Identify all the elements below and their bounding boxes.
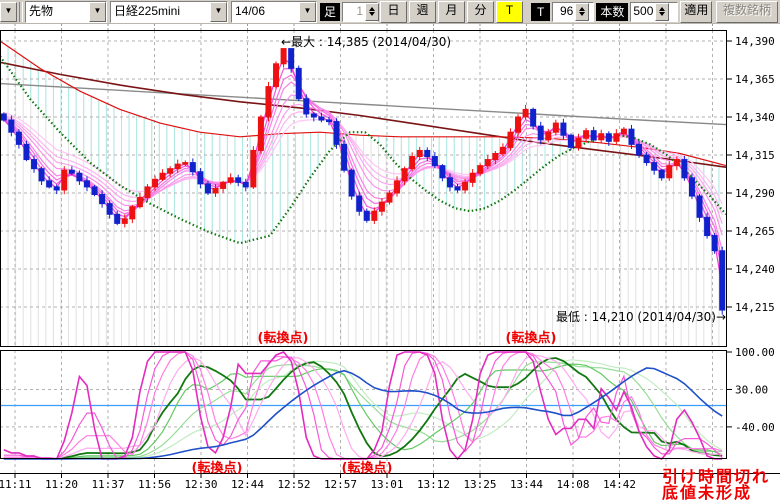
time-axis-label: 12:52 bbox=[277, 478, 310, 491]
time-axis-label: 11:11 bbox=[0, 478, 32, 491]
time-axis-label: 11:56 bbox=[138, 478, 171, 491]
timeframe-tick-button[interactable]: T bbox=[496, 1, 523, 23]
bar-type-label: 足 bbox=[320, 3, 340, 21]
price-axis-label: 14,315 bbox=[735, 149, 775, 162]
tick-count-stepper[interactable]: 96 bbox=[552, 2, 594, 22]
chevron-down-icon[interactable]: ▼ bbox=[89, 2, 106, 22]
time-axis-label: 13:12 bbox=[417, 478, 450, 491]
price-axis-label: 14,240 bbox=[735, 263, 775, 276]
turning-point-annotation: (転換点) bbox=[506, 330, 557, 346]
time-axis-label: 12:30 bbox=[184, 478, 217, 491]
chart-canvas[interactable]: 14,390 14,365 14,340 14,315 14,290 14,265 14,2… bbox=[0, 0, 780, 500]
timeframe-week-button[interactable]: 週 bbox=[409, 1, 436, 23]
turning-point-annotation: (転換点) bbox=[192, 460, 243, 476]
turning-point-annotation: (転換点) bbox=[258, 330, 309, 346]
time-axis-label: 12:44 bbox=[231, 478, 264, 491]
partial-combo-arrow-icon[interactable]: ▼ bbox=[0, 2, 17, 22]
symbol-value: 日経225mini bbox=[111, 2, 210, 22]
toolbar-separator bbox=[19, 2, 23, 22]
chevron-down-icon[interactable]: ▼ bbox=[299, 2, 316, 22]
time-axis-label: 11:37 bbox=[91, 478, 124, 491]
time-axis-label: 14:42 bbox=[603, 478, 636, 491]
timeframe-month-button[interactable]: 月 bbox=[438, 1, 465, 23]
max-price-annotation: ←最大 : 14,385 (2014/04/30) bbox=[281, 35, 451, 49]
category-combobox[interactable]: 先物 ▼ bbox=[25, 1, 107, 23]
spinner-icon[interactable] bbox=[655, 3, 669, 21]
turning-point-annotation: (転換点) bbox=[342, 460, 393, 476]
trading-app-window: { "toolbar": { "partial_combo_arrow": "▼… bbox=[0, 0, 780, 500]
time-axis-label: 13:25 bbox=[463, 478, 496, 491]
symbol-combobox[interactable]: 日経225mini ▼ bbox=[110, 1, 228, 23]
toolbar: ▼ 先物 ▼ 日経225mini ▼ 14/06 ▼ 足 1 日 週 月 分 T… bbox=[0, 0, 780, 24]
spinner-icon[interactable] bbox=[575, 3, 589, 21]
time-axis-label: 12:57 bbox=[324, 478, 357, 491]
timeframe-day-button[interactable]: 日 bbox=[380, 1, 407, 23]
apply-button[interactable]: 適用 bbox=[680, 1, 712, 23]
min-price-annotation: 最低 : 14,210 (2014/04/30)→ bbox=[556, 310, 726, 324]
time-axis-label: 14:08 bbox=[556, 478, 589, 491]
interval-value: 1 bbox=[343, 3, 365, 21]
bar-count-label: 本数 bbox=[596, 3, 628, 21]
price-axis-label: 14,215 bbox=[735, 301, 775, 314]
price-axis-label: 14,265 bbox=[735, 225, 775, 238]
contract-value: 14/06 bbox=[232, 2, 299, 22]
time-axis-label: 11:20 bbox=[45, 478, 78, 491]
annotations: ←最大 : 14,385 (2014/04/30) 最低 : 14,210 (20… bbox=[192, 35, 770, 500]
time-axis-label: 13:01 bbox=[370, 478, 403, 491]
price-axis-label: 14,390 bbox=[735, 35, 775, 48]
bar-count-value: 500 bbox=[631, 3, 655, 21]
bar-count-stepper[interactable]: 500 bbox=[630, 2, 678, 22]
time-axis-label: 13:44 bbox=[510, 478, 543, 491]
chart-frames bbox=[0, 31, 780, 479]
oscillator-axis-label: 30.00 bbox=[735, 383, 768, 396]
category-value: 先物 bbox=[26, 2, 89, 22]
multi-symbol-button[interactable]: 複数銘柄 bbox=[716, 1, 778, 23]
tick-count-value: 96 bbox=[553, 3, 575, 21]
chevron-down-icon[interactable]: ▼ bbox=[210, 2, 227, 22]
oscillator-axis-label: 100.00 bbox=[735, 346, 775, 359]
spinner-icon[interactable] bbox=[365, 3, 379, 21]
tick-count-label: T bbox=[531, 3, 550, 21]
price-axis-label: 14,290 bbox=[735, 187, 775, 200]
contract-combobox[interactable]: 14/06 ▼ bbox=[231, 1, 317, 23]
timeframe-minute-button[interactable]: 分 bbox=[467, 1, 494, 23]
price-axis-label: 14,340 bbox=[735, 111, 775, 124]
interval-stepper[interactable]: 1 bbox=[342, 2, 378, 22]
bottom-not-formed-annotation: 底値未形成 bbox=[662, 483, 752, 500]
price-axis-label: 14,365 bbox=[735, 73, 775, 86]
oscillator-axis-label: -40.00 bbox=[735, 421, 775, 434]
